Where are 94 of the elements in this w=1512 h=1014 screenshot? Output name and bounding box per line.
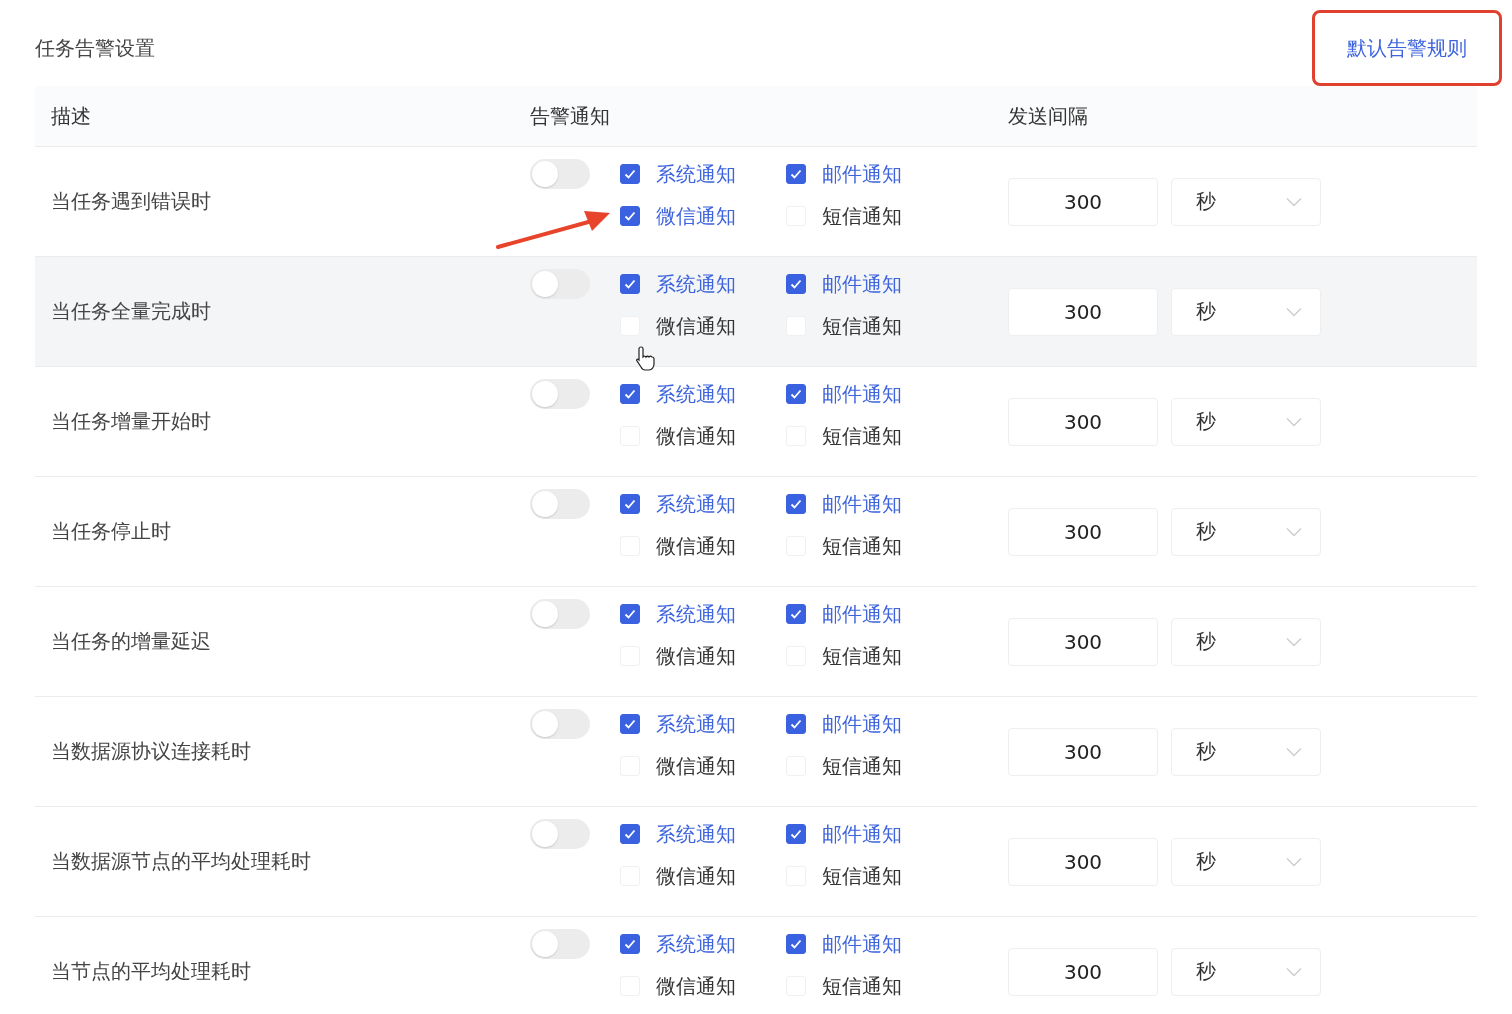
checkbox[interactable] — [620, 494, 640, 514]
column-header: 告警通知 — [530, 102, 611, 130]
toggle-switch[interactable] — [530, 599, 590, 629]
option-label[interactable]: 系统通知 — [656, 600, 736, 628]
option-label[interactable]: 微信通知 — [656, 862, 736, 890]
interval-input[interactable]: 300 — [1008, 947, 1158, 996]
toggle-switch[interactable] — [530, 159, 590, 189]
checkbox[interactable] — [786, 494, 806, 514]
toggle-switch[interactable] — [530, 709, 590, 739]
toggle-switch[interactable] — [530, 929, 590, 959]
checkbox[interactable] — [786, 604, 806, 624]
checkbox[interactable] — [786, 384, 806, 404]
option-label[interactable]: 系统通知 — [656, 820, 736, 848]
option-label[interactable]: 邮件通知 — [822, 820, 902, 848]
checkbox[interactable] — [620, 206, 640, 226]
checkbox[interactable] — [786, 164, 806, 184]
toggle-switch[interactable] — [530, 489, 590, 519]
caret-icon — [1286, 966, 1302, 977]
description-cell-text: 当任务的增量延迟 — [50, 628, 212, 655]
toggle-switch[interactable] — [530, 269, 590, 299]
option-label[interactable]: 微信通知 — [656, 972, 736, 1000]
description-cell-text: 当任务停止时 — [50, 518, 172, 545]
option-label[interactable]: 微信通知 — [656, 422, 736, 450]
description-cell-text: 当数据源协议连接耗时 — [50, 738, 252, 765]
option-label[interactable]: 短信通知 — [822, 972, 902, 1000]
unit-select[interactable]: 秒 — [1171, 397, 1321, 446]
unit-select[interactable]: 秒 — [1171, 837, 1321, 886]
unit-select[interactable]: 秒 — [1171, 727, 1321, 776]
checkbox[interactable] — [786, 824, 806, 844]
option-label[interactable]: 系统通知 — [656, 270, 736, 298]
checkbox[interactable] — [786, 934, 806, 954]
unit-select[interactable]: 秒 — [1171, 177, 1321, 226]
checkbox[interactable] — [620, 824, 640, 844]
option-label[interactable]: 系统通知 — [656, 380, 736, 408]
description-cell-text: 当数据源节点的平均处理耗时 — [50, 848, 312, 875]
option-label[interactable]: 微信通知 — [656, 202, 736, 230]
caret-icon — [1286, 746, 1302, 757]
option-label[interactable]: 微信通知 — [656, 312, 736, 340]
option-label[interactable]: 邮件通知 — [822, 490, 902, 518]
page-title: 任务告警设置 — [35, 34, 155, 62]
caret-icon — [1286, 526, 1302, 537]
unit-select[interactable]: 秒 — [1171, 287, 1321, 336]
option-label[interactable]: 邮件通知 — [822, 160, 902, 188]
toggle-switch[interactable] — [530, 379, 590, 409]
checkbox[interactable] — [620, 714, 640, 734]
option-label[interactable]: 短信通知 — [822, 202, 902, 230]
interval-input[interactable]: 300 — [1008, 727, 1158, 776]
unit-select[interactable]: 秒 — [1171, 947, 1321, 996]
default-rule-button[interactable]: 默认告警规则 — [1312, 10, 1502, 86]
description-cell-text: 当任务遇到错误时 — [50, 188, 212, 215]
option-label[interactable]: 邮件通知 — [822, 270, 902, 298]
option-label[interactable]: 邮件通知 — [822, 930, 902, 958]
interval-input[interactable]: 300 — [1008, 397, 1158, 446]
interval-input[interactable]: 300 — [1008, 617, 1158, 666]
option-label[interactable]: 系统通知 — [656, 930, 736, 958]
checkbox[interactable] — [786, 714, 806, 734]
option-label[interactable]: 系统通知 — [656, 490, 736, 518]
option-label[interactable]: 短信通知 — [822, 532, 902, 560]
checkbox[interactable] — [620, 274, 640, 294]
option-label[interactable]: 微信通知 — [656, 642, 736, 670]
caret-icon — [1286, 416, 1302, 427]
description-cell-text: 当任务增量开始时 — [50, 408, 212, 435]
interval-input[interactable]: 300 — [1008, 177, 1158, 226]
unit-select[interactable]: 秒 — [1171, 617, 1321, 666]
checkbox[interactable] — [620, 604, 640, 624]
checkbox[interactable] — [786, 274, 806, 294]
option-label[interactable]: 短信通知 — [822, 862, 902, 890]
checkbox[interactable] — [620, 934, 640, 954]
option-label[interactable]: 短信通知 — [822, 642, 902, 670]
caret-icon — [1286, 306, 1302, 317]
column-header: 描述 — [50, 102, 92, 130]
interval-input[interactable]: 300 — [1008, 507, 1158, 556]
toggle-switch[interactable] — [530, 819, 590, 849]
option-label[interactable]: 邮件通知 — [822, 380, 902, 408]
option-label[interactable]: 邮件通知 — [822, 600, 902, 628]
column-header: 发送间隔 — [1008, 102, 1088, 130]
option-label[interactable]: 微信通知 — [656, 752, 736, 780]
description-cell-text: 当节点的平均处理耗时 — [50, 958, 252, 985]
option-label[interactable]: 短信通知 — [822, 752, 902, 780]
option-label[interactable]: 系统通知 — [656, 160, 736, 188]
interval-input[interactable]: 300 — [1008, 287, 1158, 336]
option-label[interactable]: 邮件通知 — [822, 710, 902, 738]
description-cell-text: 当任务全量完成时 — [50, 298, 212, 325]
caret-icon — [1286, 636, 1302, 647]
checkbox[interactable] — [620, 164, 640, 184]
interval-input[interactable]: 300 — [1008, 837, 1158, 886]
checkbox[interactable] — [620, 384, 640, 404]
caret-icon — [1286, 196, 1302, 207]
option-label[interactable]: 短信通知 — [822, 422, 902, 450]
caret-icon — [1286, 856, 1302, 867]
option-label[interactable]: 系统通知 — [656, 710, 736, 738]
option-label[interactable]: 短信通知 — [822, 312, 902, 340]
unit-select[interactable]: 秒 — [1171, 507, 1321, 556]
option-label[interactable]: 微信通知 — [656, 532, 736, 560]
